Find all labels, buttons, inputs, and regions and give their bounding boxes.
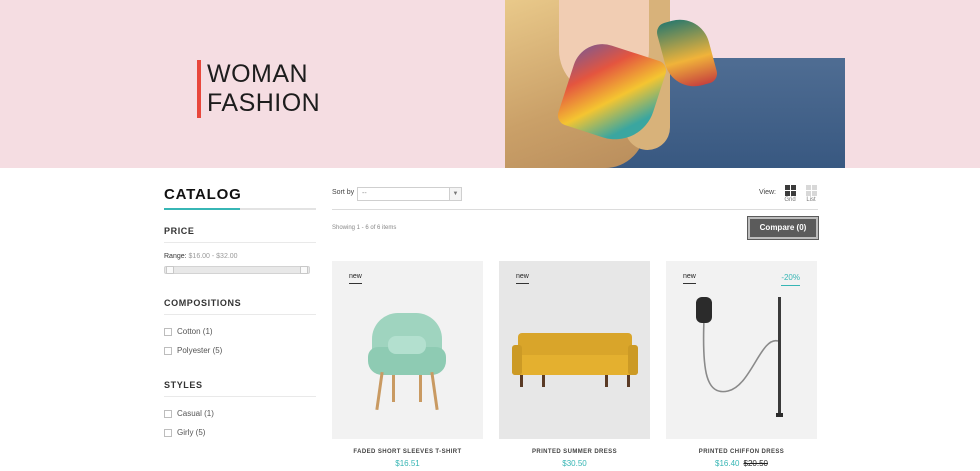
view-grid-label: Grid [784, 197, 796, 203]
price-range-row: Range: $16.00 - $32.00 [164, 253, 316, 260]
product-image[interactable]: new -20% [666, 261, 817, 439]
price-range-slider[interactable] [164, 266, 310, 274]
checkbox[interactable] [164, 409, 172, 418]
catalog-divider [164, 208, 316, 210]
showing-count: Showing 1 - 6 of 6 items [332, 225, 397, 231]
view-grid-button[interactable]: Grid [782, 185, 798, 203]
product-card[interactable]: new -20% PRINTED CHIFFON DRESS $16.40 $20… [666, 261, 817, 468]
filter-casual-label: Casual (1) [177, 409, 214, 418]
checkbox[interactable] [164, 327, 172, 336]
floor-lamp-image [696, 297, 783, 417]
product-price: $16.40 $20.50 [666, 459, 817, 468]
filter-girly[interactable]: Girly (5) [164, 428, 316, 437]
price-range-value: $16.00 - $32.00 [188, 253, 238, 260]
filter-casual[interactable]: Casual (1) [164, 409, 316, 418]
product-image[interactable]: new [332, 261, 483, 439]
product-listing: Sort by -- ▼ View: Grid List Showing 1 -… [332, 184, 819, 468]
filter-cotton-label: Cotton (1) [177, 327, 213, 336]
grid-icon [784, 185, 796, 196]
product-price: $30.50 [499, 459, 650, 468]
price-slider-max-handle[interactable] [300, 266, 308, 274]
price-filter-title: PRICE [164, 226, 316, 243]
catalog-title: CATALOG [164, 186, 242, 203]
product-image[interactable]: new [499, 261, 650, 439]
sort-select-value: -- [362, 190, 367, 197]
product-name[interactable]: PRINTED SUMMER DRESS [499, 449, 650, 455]
chevron-down-icon[interactable]: ▼ [449, 188, 461, 200]
hero-banner: WOMAN FASHION [0, 0, 980, 168]
checkbox[interactable] [164, 428, 172, 437]
checkbox[interactable] [164, 346, 172, 355]
catalog-sidebar: CATALOG PRICE Range: $16.00 - $32.00 COM… [164, 186, 316, 437]
banner-title: WOMAN FASHION [197, 60, 320, 118]
view-list-label: List [806, 197, 816, 203]
product-price-current: $16.51 [395, 459, 420, 468]
product-price-current: $16.40 [715, 459, 740, 468]
sort-label: Sort by [332, 189, 355, 196]
product-card[interactable]: new FADED SHORT SLEEVES T-SHIRT $16.51 [332, 261, 483, 468]
filter-polyester[interactable]: Polyester (5) [164, 346, 316, 355]
product-name[interactable]: PRINTED CHIFFON DRESS [666, 449, 817, 455]
list-icon [805, 185, 817, 196]
armchair-image [366, 309, 448, 411]
product-price-current: $30.50 [562, 459, 587, 468]
compare-button[interactable]: Compare (0) [747, 216, 819, 240]
price-range-label: Range: [164, 253, 187, 260]
product-price-old: $20.50 [743, 459, 768, 468]
banner-title-line1: WOMAN [207, 60, 309, 88]
hero-model-image [505, 0, 845, 168]
sort-select[interactable]: -- ▼ [357, 187, 462, 201]
new-badge: new [516, 273, 529, 284]
listing-toolbar: Sort by -- ▼ View: Grid List [332, 184, 818, 210]
new-badge: new [349, 273, 362, 284]
banner-title-line2: FASHION [207, 89, 321, 117]
price-slider-min-handle[interactable] [166, 266, 174, 274]
view-label: View: [759, 189, 776, 196]
product-name[interactable]: FADED SHORT SLEEVES T-SHIRT [332, 449, 483, 455]
filter-polyester-label: Polyester (5) [177, 346, 223, 355]
sofa-image [512, 333, 638, 389]
filter-cotton[interactable]: Cotton (1) [164, 327, 316, 336]
filter-girly-label: Girly (5) [177, 428, 206, 437]
product-card[interactable]: new PRINTED SUMMER DRESS $30.50 [499, 261, 650, 468]
compositions-filter-title: COMPOSITIONS [164, 298, 316, 315]
product-price: $16.51 [332, 459, 483, 468]
styles-filter-title: STYLES [164, 380, 316, 397]
view-list-button[interactable]: List [803, 185, 819, 203]
